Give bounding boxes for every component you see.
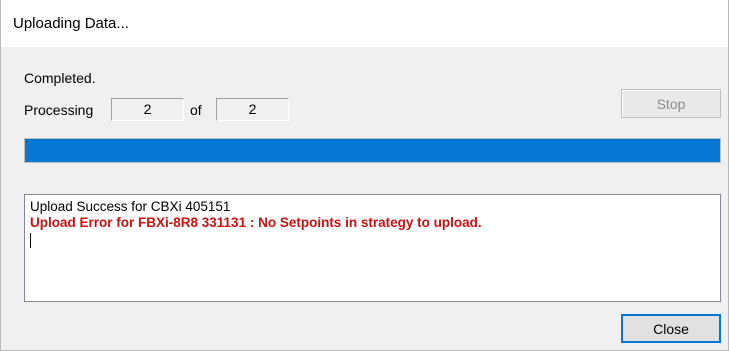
log-line: Upload Success for CBXi 405151 <box>30 199 231 214</box>
total-item-count: 2 <box>216 98 289 121</box>
progress-bar <box>24 138 721 163</box>
current-item-count: 2 <box>111 98 184 121</box>
progress-bar-fill <box>25 139 720 162</box>
title-bar[interactable]: Uploading Data... <box>1 0 728 47</box>
processing-label: Processing <box>24 102 94 118</box>
of-label: of <box>190 102 202 118</box>
upload-log[interactable]: Upload Success for CBXi 405151 Upload Er… <box>24 194 721 302</box>
window-title: Uploading Data... <box>13 15 129 32</box>
upload-dialog: Uploading Data... Completed. Processing … <box>0 0 729 351</box>
stop-button[interactable]: Stop <box>621 89 721 118</box>
log-line-error: Upload Error for FBXi-8R8 331131 : No Se… <box>30 215 482 230</box>
status-text: Completed. <box>24 70 96 86</box>
text-caret <box>30 233 31 248</box>
close-button[interactable]: Close <box>621 314 721 343</box>
